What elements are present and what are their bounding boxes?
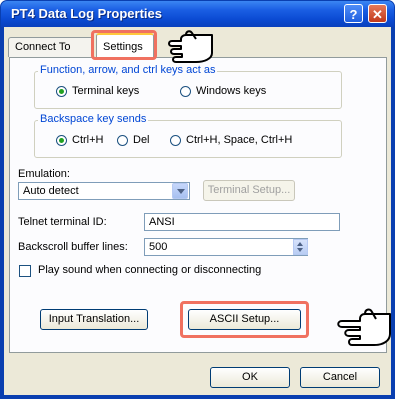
radio-label: Terminal keys	[72, 85, 140, 97]
close-icon: ✕	[372, 7, 383, 22]
telnet-id-field[interactable]: ANSI	[144, 213, 340, 231]
radio-label: Windows keys	[196, 85, 267, 97]
pointing-hand-icon	[168, 30, 213, 63]
telnet-id-label: Telnet terminal ID:	[18, 216, 107, 228]
radio-selected-indicator	[56, 134, 67, 146]
radio-label: Ctrl+H	[72, 134, 104, 146]
radio-label: Del	[133, 134, 150, 146]
radio-selected-indicator	[56, 85, 67, 97]
radio-ctrl-h-space[interactable]: Ctrl+H, Space, Ctrl+H	[170, 134, 292, 146]
radio-indicator	[117, 134, 128, 146]
window-title: PT4 Data Log Properties	[11, 6, 162, 21]
backscroll-spinner[interactable]	[293, 239, 308, 255]
close-button[interactable]: ✕	[368, 4, 387, 23]
terminal-setup-button[interactable]: Terminal Setup...	[203, 180, 295, 201]
help-icon: ?	[349, 7, 358, 22]
radio-windows-keys[interactable]: Windows keys	[180, 85, 266, 97]
radio-del[interactable]: Del	[117, 134, 150, 146]
input-translation-button[interactable]: Input Translation...	[40, 309, 148, 330]
tab-connect-to[interactable]: Connect To	[8, 37, 94, 57]
radio-label: Ctrl+H, Space, Ctrl+H	[186, 134, 293, 146]
function-keys-group-label: Function, arrow, and ctrl keys act as	[38, 64, 218, 76]
settings-tab-highlight	[91, 30, 157, 60]
dialog-client-area: Connect To Settings Function, arrow, and…	[4, 27, 391, 395]
help-button[interactable]: ?	[344, 4, 363, 23]
radio-indicator	[180, 85, 191, 97]
emulation-label: Emulation:	[18, 168, 70, 180]
properties-dialog: PT4 Data Log Properties ? ✕ Connect To S…	[0, 0, 395, 399]
radio-ctrl-h[interactable]: Ctrl+H	[56, 134, 103, 146]
ascii-setup-highlight	[180, 301, 309, 338]
emulation-select[interactable]: Auto detect	[18, 182, 190, 200]
backscroll-field[interactable]: 500	[144, 238, 308, 256]
emulation-value: Auto detect	[23, 185, 79, 197]
ok-button[interactable]: OK	[210, 367, 290, 388]
play-sound-label: Play sound when connecting or disconnect…	[38, 264, 262, 276]
cancel-button[interactable]: Cancel	[300, 367, 380, 388]
radio-terminal-keys[interactable]: Terminal keys	[56, 85, 139, 97]
backspace-group-label: Backspace key sends	[38, 113, 149, 125]
pointing-hand-icon	[337, 308, 391, 346]
play-sound-checkbox[interactable]	[19, 265, 31, 277]
backscroll-label: Backscroll buffer lines:	[18, 241, 128, 253]
chevron-down-icon[interactable]	[172, 183, 188, 199]
radio-indicator	[170, 134, 181, 146]
title-bar[interactable]: PT4 Data Log Properties ? ✕	[1, 1, 394, 27]
settings-panel: Function, arrow, and ctrl keys act as Te…	[9, 57, 387, 353]
